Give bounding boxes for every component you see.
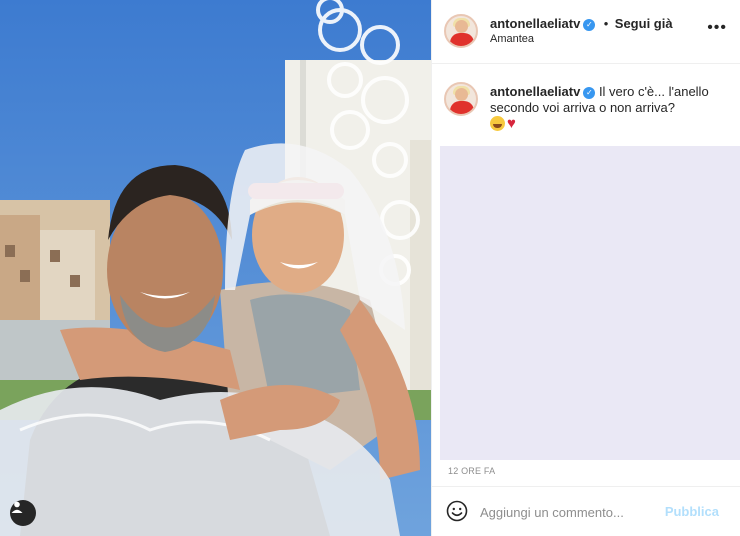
comments-area — [440, 146, 740, 460]
post-side-panel: antonellaeliatv ✓ • Segui già Amantea •••… — [431, 0, 740, 536]
header-user-line: antonellaeliatv ✓ • Segui già — [490, 15, 673, 33]
caption-username[interactable]: antonellaeliatv — [490, 84, 580, 99]
caption: antonellaeliatv ✓ Il vero c'è... l'anello… — [490, 84, 720, 116]
post-header: antonellaeliatv ✓ • Segui già Amantea ••• — [432, 0, 740, 64]
location-link[interactable]: Amantea — [490, 33, 534, 45]
user-tag-icon[interactable] — [10, 500, 36, 526]
verified-badge-icon: ✓ — [583, 87, 596, 99]
publish-button[interactable]: Pubblica — [665, 504, 719, 519]
post-timestamp[interactable]: 12 ORE FA — [448, 466, 495, 476]
comment-bar: Pubblica — [432, 486, 740, 536]
smiley-icon[interactable] — [446, 500, 468, 527]
rolling-on-floor-laughing-emoji — [490, 116, 505, 131]
instagram-post: antonellaeliatv ✓ • Segui già Amantea •••… — [0, 0, 740, 536]
red-heart-emoji: ♥ — [507, 115, 516, 132]
selfie-image — [0, 0, 431, 536]
separator-dot: • — [603, 16, 609, 31]
following-button[interactable]: Segui già — [615, 16, 673, 31]
header-username[interactable]: antonellaeliatv — [490, 16, 580, 31]
avatar[interactable] — [444, 14, 478, 48]
post-photo[interactable] — [0, 0, 431, 536]
verified-badge-icon: ✓ — [583, 19, 596, 31]
caption-avatar[interactable] — [444, 82, 478, 116]
caption-emojis: ♥ — [490, 116, 522, 131]
comment-input[interactable] — [480, 501, 660, 523]
more-horizontal-icon[interactable]: ••• — [707, 20, 727, 36]
